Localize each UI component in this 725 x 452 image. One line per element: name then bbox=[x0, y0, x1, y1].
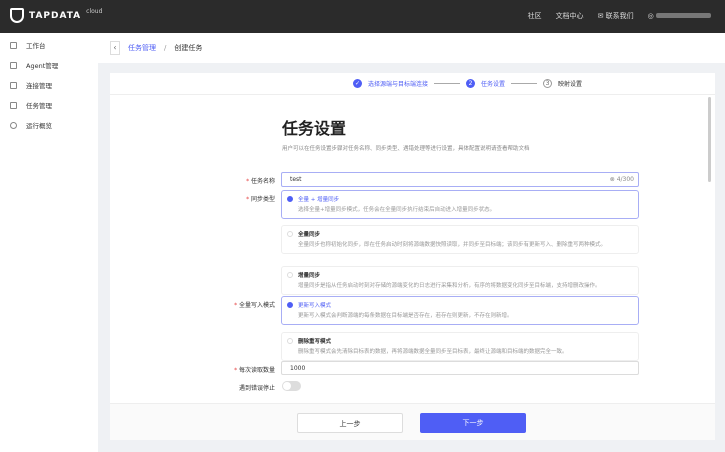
step-3-label: 映射设置 bbox=[558, 81, 583, 88]
step-1-label: 选择源端与目标端连接 bbox=[367, 81, 428, 88]
logo[interactable]: TAPDATA cloud bbox=[10, 8, 102, 23]
agent-icon bbox=[10, 61, 17, 69]
option-title: 删除重写模式 bbox=[298, 339, 332, 345]
logo-icon bbox=[10, 8, 24, 23]
brand-sub: cloud bbox=[86, 8, 103, 15]
write-option-update[interactable]: 更新写入模式更新写入模式会判断源端的每条数据在目标端是否存在，若存在则更新，不存… bbox=[281, 296, 639, 325]
step-3-number: 3 bbox=[543, 79, 552, 88]
sidebar: 工作台 Agent管理 连接管理 任务管理 运行概览 bbox=[0, 33, 98, 452]
clock-icon bbox=[10, 121, 17, 129]
radio bbox=[287, 338, 293, 344]
stop-on-error-toggle[interactable] bbox=[282, 381, 301, 391]
option-desc: 全量同步也称初始化同步，即在任务启动时刻将源端数据快照读取，并同步至目标端；该同… bbox=[298, 242, 607, 248]
connection-icon bbox=[10, 81, 17, 89]
sidebar-item-connections[interactable]: 连接管理 bbox=[0, 75, 98, 95]
sidebar-item-tasks[interactable]: 任务管理 bbox=[0, 95, 98, 115]
page-title: 任务设置 bbox=[282, 119, 347, 138]
task-name-value: test bbox=[290, 176, 302, 183]
breadcrumb-separator: / bbox=[164, 44, 167, 52]
radio bbox=[287, 272, 293, 278]
task-icon bbox=[10, 101, 17, 109]
write-mode-label: 全量写入模式 bbox=[205, 300, 275, 309]
step-1-check-icon: ✓ bbox=[352, 79, 362, 88]
sidebar-item-workbench[interactable]: 工作台 bbox=[0, 35, 98, 55]
task-card: ✓ 选择源端与目标端连接 2 任务设置 3 映射设置 任务设置 用户可以在任务设置步骤… bbox=[110, 73, 715, 440]
read-count-label: 每次读取数量 bbox=[215, 365, 275, 374]
step-connector bbox=[433, 83, 460, 84]
radio-selected bbox=[287, 196, 293, 202]
option-desc: 删除重写模式会先清除目标表的数据，再将源端数据全量同步至目标表，最终让源端和目标… bbox=[298, 349, 568, 355]
sync-type-label: 同步类型 bbox=[215, 194, 275, 203]
nav-docs[interactable]: 文档中心 bbox=[556, 11, 584, 21]
task-name-input[interactable]: test ⊗ 4/300 bbox=[281, 172, 639, 187]
option-desc: 增量同步是指从任务启动时刻对存储的源端变化的日志进行采集和分析，有序的将数据变化… bbox=[298, 283, 601, 289]
monitor-icon bbox=[10, 41, 17, 49]
sync-option-full-incremental[interactable]: 全量 + 增量同步选择全量+增量同步模式，任务会在全量同步执行结束后自动进入增量… bbox=[281, 190, 639, 219]
read-count-input[interactable]: 1000 bbox=[281, 361, 639, 375]
sidebar-item-label: 任务管理 bbox=[26, 102, 52, 110]
task-name-label: 任务名称 bbox=[215, 176, 275, 185]
stop-on-error-label: 遇到错误停止 bbox=[238, 385, 275, 392]
breadcrumb-current: 创建任务 bbox=[174, 44, 203, 52]
step-indicator: ✓ 选择源端与目标端连接 2 任务设置 3 映射设置 bbox=[110, 73, 715, 95]
sidebar-item-overview[interactable]: 运行概览 bbox=[0, 115, 98, 135]
option-title: 增量同步 bbox=[298, 273, 321, 279]
breadcrumb: ‹ 任务管理 / 创建任务 bbox=[98, 33, 725, 63]
prev-button[interactable]: 上一步 bbox=[297, 413, 403, 433]
sidebar-item-agent[interactable]: Agent管理 bbox=[0, 55, 98, 75]
user-menu[interactable]: ◎ bbox=[648, 12, 711, 20]
back-button[interactable]: ‹ bbox=[110, 41, 120, 55]
sync-option-incremental[interactable]: 增量同步增量同步是指从任务启动时刻对存储的源端变化的日志进行采集和分析，有序的将… bbox=[281, 266, 639, 295]
step-connector bbox=[511, 83, 537, 84]
sync-option-full[interactable]: 全量同步全量同步也称初始化同步，即在任务启动时刻将源端数据快照读取，并同步至目标… bbox=[281, 225, 639, 254]
option-desc: 更新写入模式会判断源端的每条数据在目标端是否存在，若存在则更新，不存在则新增。 bbox=[298, 313, 513, 319]
sidebar-item-label: 连接管理 bbox=[26, 82, 52, 90]
footer: 上一步 下一步 bbox=[110, 403, 715, 440]
step-2-number: 2 bbox=[465, 79, 475, 88]
option-title: 全量 + 增量同步 bbox=[298, 197, 340, 203]
sidebar-item-label: 运行概览 bbox=[26, 122, 52, 130]
option-desc: 选择全量+增量同步模式，任务会在全量同步执行结束后自动进入增量同步状态。 bbox=[298, 207, 496, 213]
breadcrumb-parent[interactable]: 任务管理 bbox=[128, 43, 156, 53]
char-count-value: 4/300 bbox=[616, 176, 634, 183]
sidebar-item-label: 工作台 bbox=[26, 42, 46, 50]
nav-community[interactable]: 社区 bbox=[528, 11, 542, 21]
next-button[interactable]: 下一步 bbox=[420, 413, 526, 433]
radio bbox=[287, 231, 293, 237]
option-title: 更新写入模式 bbox=[298, 303, 332, 309]
step-2-label: 任务设置 bbox=[480, 81, 505, 88]
top-bar: TAPDATA cloud 社区 文档中心 ✉ 联系我们 ◎ bbox=[0, 0, 725, 33]
username-redacted bbox=[656, 13, 711, 18]
write-option-delete-rewrite[interactable]: 删除重写模式删除重写模式会先清除目标表的数据，再将源端数据全量同步至目标表，最终… bbox=[281, 332, 639, 361]
read-count-value: 1000 bbox=[290, 365, 306, 372]
intro-text: 用户可以在任务设置步骤对任务名称、同步类型、遇错处理等进行设置，具体配置说明请查… bbox=[282, 146, 530, 152]
scrollbar[interactable] bbox=[708, 97, 711, 182]
radio-selected bbox=[287, 302, 293, 308]
option-title: 全量同步 bbox=[298, 232, 321, 238]
char-count: ⊗ 4/300 bbox=[609, 176, 634, 183]
sidebar-item-label: Agent管理 bbox=[26, 62, 59, 70]
nav-contact-label: 联系我们 bbox=[605, 12, 634, 20]
brand-name: TAPDATA bbox=[29, 10, 82, 21]
nav-contact[interactable]: ✉ 联系我们 bbox=[598, 11, 634, 21]
